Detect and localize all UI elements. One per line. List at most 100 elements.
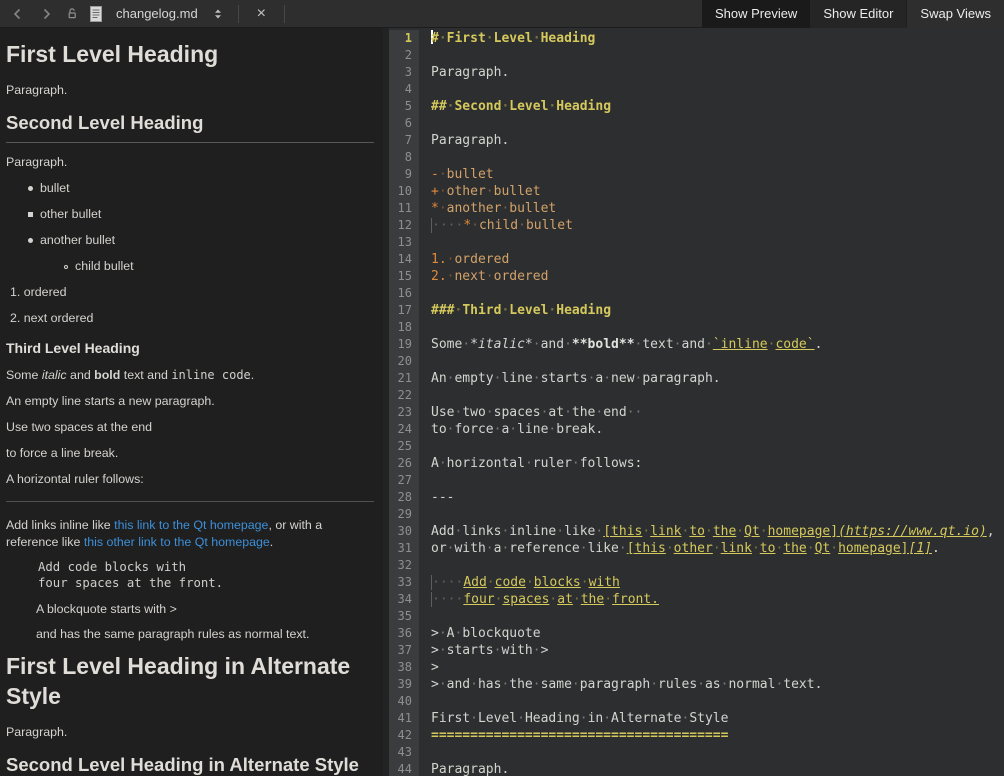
unlock-icon[interactable] [64,6,80,22]
editor-line[interactable]: 40 [389,693,1004,710]
line-number[interactable]: 4 [389,81,419,98]
line-number[interactable]: 42 [389,727,419,744]
line-number[interactable]: 1 [389,30,419,47]
line-number[interactable]: 39 [389,676,419,693]
line-number[interactable]: 36 [389,625,419,642]
editor-line[interactable]: 35 [389,608,1004,625]
line-number[interactable]: 14 [389,251,419,268]
editor-line[interactable]: 141.·ordered [389,251,1004,268]
line-number[interactable]: 31 [389,540,419,557]
line-number[interactable]: 34 [389,591,419,608]
line-number[interactable]: 26 [389,455,419,472]
editor-line[interactable]: 20 [389,353,1004,370]
line-number[interactable]: 3 [389,64,419,81]
line-number[interactable]: 28 [389,489,419,506]
editor-line[interactable]: 22 [389,387,1004,404]
line-number[interactable]: 32 [389,557,419,574]
line-number[interactable]: 9 [389,166,419,183]
editor-line[interactable]: 33····Add·code·blocks·with [389,574,1004,591]
editor-line[interactable]: 6 [389,115,1004,132]
editor-line[interactable]: 21An·empty·line·starts·a·new·paragraph. [389,370,1004,387]
line-number[interactable]: 6 [389,115,419,132]
show-preview-button[interactable]: Show Preview [702,0,810,28]
line-number[interactable]: 29 [389,506,419,523]
line-number[interactable]: 33 [389,574,419,591]
editor-line[interactable]: 2 [389,47,1004,64]
editor-line[interactable]: 41First·Level·Heading·in·Alternate·Style [389,710,1004,727]
line-number[interactable]: 5 [389,98,419,115]
line-number[interactable]: 11 [389,200,419,217]
editor-line[interactable]: 24to·force·a·line·break. [389,421,1004,438]
editor-line[interactable]: 38> [389,659,1004,676]
tab-title[interactable]: changelog.md [112,6,202,21]
editor-line[interactable]: 43 [389,744,1004,761]
preview-link[interactable]: this link to the Qt homepage [114,518,268,532]
editor-line[interactable]: 39>·and·has·the·same·paragraph·rules·as·… [389,676,1004,693]
editor-line[interactable]: 16 [389,285,1004,302]
swap-views-button[interactable]: Swap Views [906,0,1004,28]
line-number[interactable]: 38 [389,659,419,676]
editor-line[interactable]: 37>·starts·with·> [389,642,1004,659]
editor-line[interactable]: 28--- [389,489,1004,506]
editor-line[interactable]: 30Add·links·inline·like·[this·link·to·th… [389,523,1004,540]
close-icon[interactable]: × [251,6,272,22]
editor-line[interactable]: 32 [389,557,1004,574]
editor-line[interactable]: 27 [389,472,1004,489]
editor-line[interactable]: 31or·with·a·reference·like·[this·other·l… [389,540,1004,557]
editor-line[interactable]: 5##·Second·Level·Heading [389,98,1004,115]
document-tab[interactable]: changelog.md × [64,5,289,23]
line-number[interactable]: 27 [389,472,419,489]
markdown-editor-pane[interactable]: 1#·First·Level·Heading23Paragraph.45##·S… [389,28,1004,776]
line-number[interactable]: 23 [389,404,419,421]
line-number[interactable]: 30 [389,523,419,540]
line-number[interactable]: 25 [389,438,419,455]
preview-link[interactable]: this other link to the Qt homepage [84,535,270,549]
line-number[interactable]: 35 [389,608,419,625]
editor-line[interactable]: 13 [389,234,1004,251]
editor-line[interactable]: 25 [389,438,1004,455]
line-number[interactable]: 41 [389,710,419,727]
up-down-icon[interactable] [210,6,226,22]
editor-line[interactable]: 26A·horizontal·ruler·follows: [389,455,1004,472]
line-number[interactable]: 17 [389,302,419,319]
line-number[interactable]: 12 [389,217,419,234]
back-icon[interactable] [10,6,26,22]
line-number[interactable]: 15 [389,268,419,285]
line-number[interactable]: 7 [389,132,419,149]
line-number[interactable]: 37 [389,642,419,659]
editor-line[interactable]: 12····*·child·bullet [389,217,1004,234]
markdown-preview-pane[interactable]: First Level HeadingParagraph.Second Leve… [0,28,383,776]
line-number[interactable]: 10 [389,183,419,200]
editor-line[interactable]: 42====================================== [389,727,1004,744]
line-number[interactable]: 16 [389,285,419,302]
editor-line[interactable]: 29 [389,506,1004,523]
editor-line[interactable]: 23Use·two·spaces·at·the·end·· [389,404,1004,421]
line-number[interactable]: 40 [389,693,419,710]
editor-line[interactable]: 34····four·spaces·at·the·front. [389,591,1004,608]
editor-line[interactable]: 3Paragraph. [389,64,1004,81]
editor-line[interactable]: 36>·A·blockquote [389,625,1004,642]
line-number[interactable]: 24 [389,421,419,438]
line-number[interactable]: 18 [389,319,419,336]
editor-line[interactable]: 18 [389,319,1004,336]
editor-line[interactable]: 10+·other·bullet [389,183,1004,200]
forward-icon[interactable] [38,6,54,22]
line-number[interactable]: 20 [389,353,419,370]
editor-line[interactable]: 8 [389,149,1004,166]
line-number[interactable]: 2 [389,47,419,64]
editor-line[interactable]: 9-·bullet [389,166,1004,183]
line-number[interactable]: 21 [389,370,419,387]
editor-line[interactable]: 152.·next·ordered [389,268,1004,285]
editor-line[interactable]: 44Paragraph. [389,761,1004,776]
line-number[interactable]: 44 [389,761,419,776]
line-number[interactable]: 8 [389,149,419,166]
line-number[interactable]: 13 [389,234,419,251]
line-number[interactable]: 22 [389,387,419,404]
editor-line[interactable]: 19Some·*italic*·and·**bold**·text·and·`i… [389,336,1004,353]
line-number[interactable]: 43 [389,744,419,761]
show-editor-button[interactable]: Show Editor [810,0,906,28]
editor-line[interactable]: 17###·Third·Level·Heading [389,302,1004,319]
editor-line[interactable]: 11*·another·bullet [389,200,1004,217]
line-number[interactable]: 19 [389,336,419,353]
editor-line[interactable]: 7Paragraph. [389,132,1004,149]
